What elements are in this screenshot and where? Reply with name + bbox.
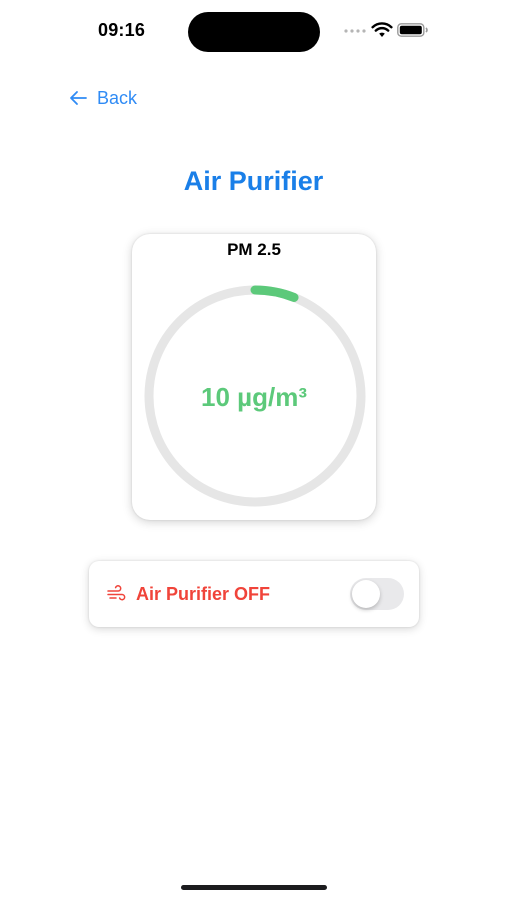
arrow-left-icon [70, 91, 87, 105]
back-button[interactable]: Back [68, 86, 137, 110]
pm25-label: PM 2.5 [227, 240, 281, 259]
toggle-knob [352, 580, 380, 608]
purifier-status-label: Air Purifier OFF [136, 584, 271, 604]
wind-icon [107, 585, 126, 601]
pm25-card: PM 2.5 10 µg/m³ [132, 234, 376, 520]
page-title: Air Purifier [183, 166, 324, 196]
battery-icon [397, 23, 428, 37]
gauge-progress [250, 285, 299, 302]
purifier-toggle-card: Air Purifier OFF [89, 561, 419, 627]
purifier-power-toggle[interactable] [350, 578, 404, 610]
home-indicator [181, 885, 327, 890]
signal-dots-icon [344, 29, 366, 33]
status-icons [344, 20, 434, 40]
wifi-icon [371, 22, 393, 37]
dynamic-island [188, 12, 320, 52]
pm25-value: 10 µg/m³ [200, 382, 307, 412]
back-label: Back [97, 87, 138, 108]
status-time: 09:16 [98, 20, 146, 40]
